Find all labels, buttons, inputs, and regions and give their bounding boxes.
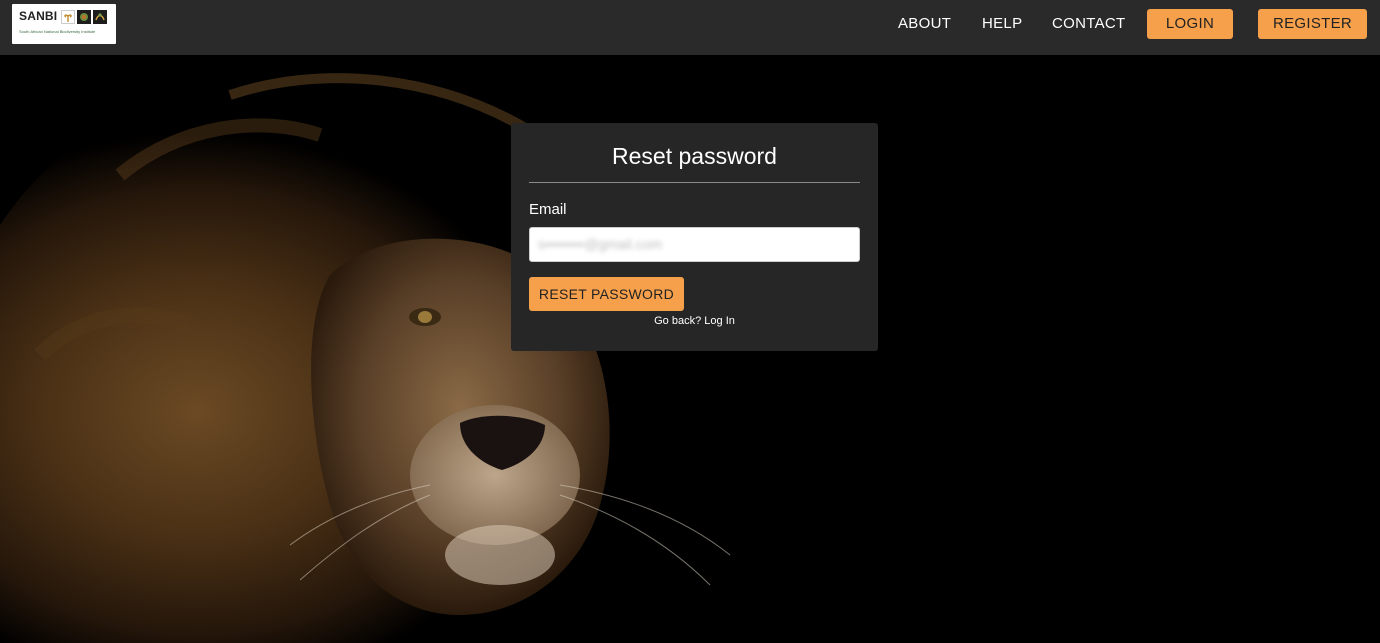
card-divider — [529, 182, 860, 183]
page: SANBI South African National Biodiversit… — [0, 0, 1380, 643]
logo-tile-plant-icon — [61, 10, 75, 24]
nav-contact-link[interactable]: CONTACT — [1052, 15, 1125, 32]
logo-name: SANBI — [19, 9, 58, 23]
go-back-row: Go back? Log In — [511, 315, 878, 327]
logo-subtitle: South African National Biodiversity Inst… — [19, 29, 96, 34]
card-title: Reset password — [612, 143, 777, 169]
navbar: SANBI South African National Biodiversit… — [0, 0, 1380, 55]
go-back-text: Go back? — [654, 315, 702, 327]
login-button[interactable]: LOGIN — [1147, 9, 1233, 39]
nav-help-link[interactable]: HELP — [982, 15, 1022, 32]
email-label: Email — [529, 201, 567, 218]
reset-password-button[interactable]: RESET PASSWORD — [529, 277, 684, 311]
register-button[interactable]: REGISTER — [1258, 9, 1367, 39]
logo-tile-nature-icon — [93, 10, 107, 24]
log-in-link[interactable]: Log In — [704, 315, 735, 327]
nav-about-link[interactable]: ABOUT — [898, 15, 951, 32]
reset-password-card: Reset password Email s••••••••@gmail.com… — [511, 123, 878, 351]
email-field[interactable]: s••••••••@gmail.com — [529, 227, 860, 262]
logo-tile-animal-icon — [77, 10, 91, 24]
logo-tiles — [61, 10, 107, 24]
email-value: s••••••••@gmail.com — [538, 236, 663, 252]
sanbi-logo[interactable]: SANBI South African National Biodiversit… — [12, 4, 116, 44]
